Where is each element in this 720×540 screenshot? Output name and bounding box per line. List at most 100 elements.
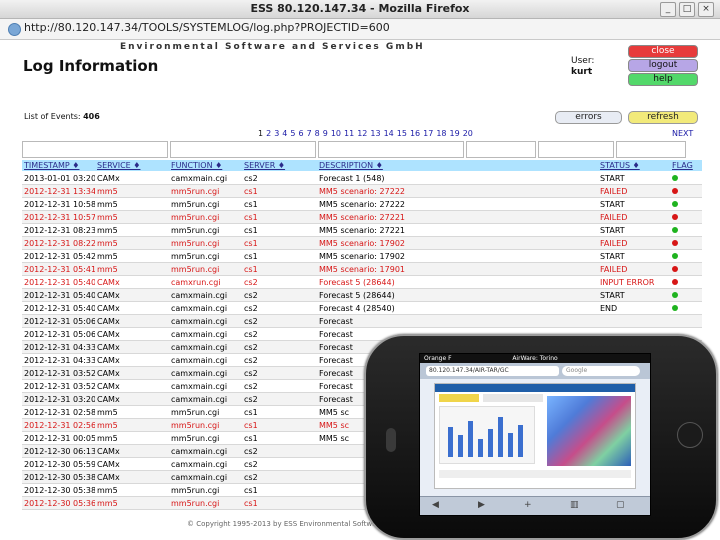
page-link[interactable]: 12: [357, 129, 367, 138]
table-row[interactable]: 2012-12-31 05:41 mm5 mm5run.cgi cs1 MM5 scen…: [22, 262, 702, 276]
user-name: kurt: [571, 67, 593, 77]
col-service[interactable]: SERVICE ♦: [97, 161, 140, 170]
page-link[interactable]: 5: [290, 129, 295, 138]
page-link[interactable]: 4: [282, 129, 287, 138]
table-row[interactable]: 2012-12-31 05:06 CAMx camxmain.cgi cs2 Forec…: [22, 314, 702, 328]
page-link[interactable]: 3: [274, 129, 279, 138]
page-link[interactable]: 7: [307, 129, 312, 138]
function-cell: camxmain.cgi: [169, 301, 242, 315]
page-link[interactable]: 15: [397, 129, 407, 138]
description-cell: MM5 scenario: 27222: [317, 184, 598, 198]
status-flag-icon: [672, 265, 678, 272]
timestamp-cell: 2012-12-31 10:58: [22, 197, 95, 211]
server-cell: cs1: [242, 405, 317, 419]
filter-description2-input[interactable]: [538, 141, 614, 158]
server-cell: cs2: [242, 172, 317, 185]
site-identity-icon[interactable]: [8, 23, 21, 36]
close-button[interactable]: close: [628, 45, 698, 58]
table-row[interactable]: 2012-12-31 08:23 mm5 mm5run.cgi cs1 MM5 scen…: [22, 223, 702, 237]
page-link[interactable]: 10: [331, 129, 341, 138]
status-cell: START: [598, 288, 670, 302]
url-text[interactable]: http://80.120.147.34/TOOLS/SYSTEMLOG/log…: [24, 21, 390, 34]
page-link[interactable]: 6: [298, 129, 303, 138]
page-link[interactable]: 14: [384, 129, 394, 138]
col-server[interactable]: SERVER ♦: [244, 161, 285, 170]
flag-cell: [670, 223, 702, 237]
table-row[interactable]: 2012-12-31 05:40 CAMx camxmain.cgi cs2 Forec…: [22, 288, 702, 302]
service-cell: mm5: [95, 483, 169, 497]
function-cell: mm5run.cgi: [169, 236, 242, 250]
page-link[interactable]: 17: [423, 129, 433, 138]
timestamp-cell: 2012-12-30 06:13: [22, 444, 95, 458]
timestamp-cell: 2012-12-30 05:38: [22, 470, 95, 484]
function-cell: camxmain.cgi: [169, 379, 242, 393]
service-cell: mm5: [95, 184, 169, 198]
col-function[interactable]: FUNCTION ♦: [171, 161, 222, 170]
service-cell: mm5: [95, 223, 169, 237]
user-label: User:: [571, 56, 595, 66]
filter-timestamp-input[interactable]: [22, 141, 168, 158]
server-cell: cs2: [242, 353, 317, 367]
timestamp-cell: 2012-12-31 05:40: [22, 275, 95, 289]
status-cell: INPUT ERROR: [598, 275, 670, 289]
logout-button[interactable]: logout: [628, 59, 698, 72]
service-cell: mm5: [95, 249, 169, 263]
page-link[interactable]: 11: [344, 129, 354, 138]
table-row[interactable]: 2012-12-31 13:34 mm5 mm5run.cgi cs1 MM5 scen…: [22, 184, 702, 198]
table-row[interactable]: 2012-12-31 05:40 CAMx camxrun.cgi cs2 Foreca…: [22, 275, 702, 289]
table-row[interactable]: 2012-12-31 05:42 mm5 mm5run.cgi cs1 MM5 scen…: [22, 249, 702, 263]
url-bar[interactable]: http://80.120.147.34/TOOLS/SYSTEMLOG/log…: [0, 19, 720, 40]
table-header: TIMESTAMP ♦ SERVICE ♦ FUNCTION ♦ SERVER …: [22, 160, 702, 171]
flag-cell: [670, 210, 702, 224]
events-summary: List of Events: 406: [24, 112, 100, 121]
table-row[interactable]: 2012-12-31 05:40 CAMx camxmain.cgi cs2 Forec…: [22, 301, 702, 315]
description-cell: Forecast 5 (28644): [317, 275, 598, 289]
server-cell: cs1: [242, 418, 317, 432]
table-row[interactable]: 2012-12-31 10:57 mm5 mm5run.cgi cs1 MM5 scen…: [22, 210, 702, 224]
col-flag[interactable]: FLAG: [672, 161, 693, 170]
col-description[interactable]: DESCRIPTION ♦: [319, 161, 383, 170]
phone-page-footer: [439, 470, 631, 478]
close-window-button[interactable]: ×: [698, 2, 714, 17]
timestamp-cell: 2012-12-31 05:06: [22, 314, 95, 328]
page-link[interactable]: 2: [266, 129, 271, 138]
col-timestamp[interactable]: TIMESTAMP ♦: [24, 161, 79, 170]
table-row[interactable]: 2013-01-01 03:20 CAMx camxmain.cgi cs2 Forec…: [22, 172, 702, 185]
status-flag-icon: [672, 278, 678, 285]
filter-function-input[interactable]: [170, 141, 316, 158]
filter-server-input[interactable]: [466, 141, 536, 158]
service-cell: CAMx: [95, 301, 169, 315]
col-status[interactable]: STATUS ♦: [600, 161, 640, 170]
page-link[interactable]: 1: [258, 129, 263, 138]
errors-button[interactable]: errors: [555, 111, 622, 124]
phone-toolbar: ◀ ▶ + ▥ ▢: [420, 496, 650, 515]
server-cell: cs2: [242, 366, 317, 380]
service-cell: CAMx: [95, 275, 169, 289]
page-link[interactable]: 18: [436, 129, 446, 138]
refresh-button[interactable]: refresh: [628, 111, 698, 124]
back-icon: ◀: [432, 500, 439, 510]
page-link[interactable]: 19: [450, 129, 460, 138]
table-row[interactable]: 2012-12-31 10:58 mm5 mm5run.cgi cs1 MM5 scen…: [22, 197, 702, 211]
maximize-button[interactable]: □: [679, 2, 695, 17]
server-cell: cs1: [242, 223, 317, 237]
function-cell: camxmain.cgi: [169, 340, 242, 354]
next-page-link[interactable]: NEXT: [672, 129, 693, 138]
service-cell: CAMx: [95, 470, 169, 484]
filter-description-input[interactable]: [318, 141, 464, 158]
page-link[interactable]: 9: [323, 129, 328, 138]
phone-bar: [508, 433, 513, 457]
page-link[interactable]: 8: [315, 129, 320, 138]
page-link[interactable]: 20: [463, 129, 473, 138]
page-link[interactable]: 16: [410, 129, 420, 138]
page-link[interactable]: 13: [370, 129, 380, 138]
window-titlebar: ESS 80.120.147.34 - Mozilla Firefox _ □ …: [0, 0, 720, 19]
help-button[interactable]: help: [628, 73, 698, 86]
timestamp-cell: 2012-12-31 08:23: [22, 223, 95, 237]
table-row[interactable]: 2012-12-31 08:22 mm5 mm5run.cgi cs1 MM5 scen…: [22, 236, 702, 250]
description-cell: Forecast 5 (28644): [317, 288, 598, 302]
filter-status-input[interactable]: [616, 141, 686, 158]
service-cell: mm5: [95, 197, 169, 211]
minimize-button[interactable]: _: [660, 2, 676, 17]
service-cell: CAMx: [95, 444, 169, 458]
